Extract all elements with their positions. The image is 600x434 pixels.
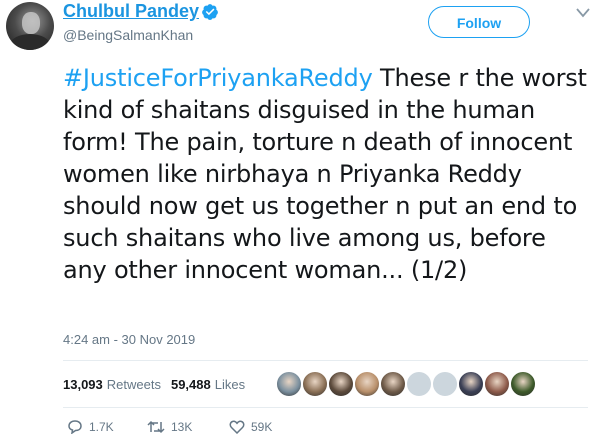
hashtag-link[interactable]: #JusticeForPriyankaReddy [63,64,373,92]
author-name[interactable]: Chulbul Pandey [63,1,199,22]
likes-count: 59,488 [170,376,211,392]
tweet-body: These r the worst kind of shaitans disgu… [63,64,587,284]
tweet-timestamp[interactable]: 4:24 am - 30 Nov 2019 [63,332,195,347]
follow-button[interactable]: Follow [428,6,530,38]
tweet-stats: 13,093 Retweets 59,488 Likes [63,372,255,396]
liker-avatar[interactable] [510,371,536,397]
retweets-stat[interactable]: 13,093 Retweets [63,377,161,392]
likes-label: Likes [214,376,246,392]
retweets-label: Retweets [106,376,161,392]
divider [63,407,588,408]
author-avatar[interactable] [6,2,54,50]
likes-stat[interactable]: 59,488 Likes [171,377,245,392]
liker-avatar[interactable] [432,371,458,397]
divider [63,360,588,361]
liker-avatar[interactable] [380,371,406,397]
avatar-face [22,12,40,34]
retweets-count: 13,093 [63,376,103,392]
author-handle[interactable]: @BeingSalmanKhan [63,27,193,43]
liker-avatar[interactable] [302,371,328,397]
verified-badge-icon [202,4,218,20]
tweet-header: Chulbul Pandey @BeingSalmanKhan Follow [0,0,600,52]
chevron-down-icon[interactable] [575,6,591,20]
avatar-shoulders [10,34,50,50]
liker-avatar[interactable] [484,371,510,397]
liker-avatar[interactable] [406,371,432,397]
tweet-text: #JusticeForPriyankaReddy These r the wor… [63,62,588,286]
liker-avatar[interactable] [328,371,354,397]
liker-avatar[interactable] [354,371,380,397]
liker-avatar[interactable] [276,371,302,397]
liker-avatar[interactable] [458,371,484,397]
